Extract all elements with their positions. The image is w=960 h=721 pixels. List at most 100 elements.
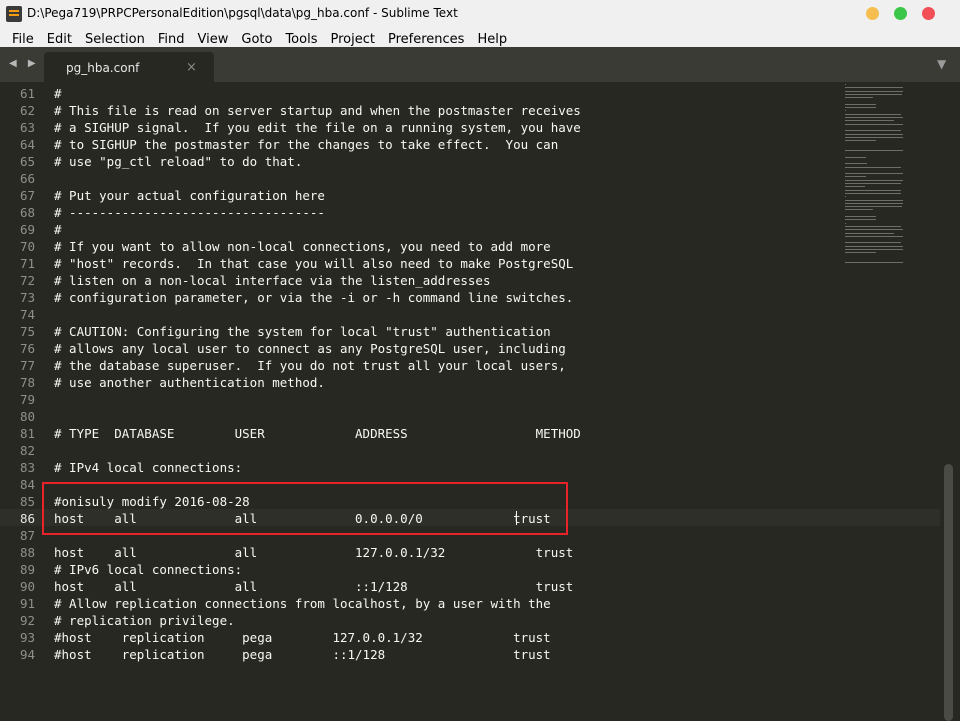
code-line[interactable]: 81 # TYPE DATABASE USER ADDRESS METHOD [0,425,840,442]
minimap-line [845,133,903,135]
menu-find[interactable]: Find [152,31,192,48]
code-line[interactable]: 66 [0,170,840,187]
menu-tools[interactable]: Tools [279,31,324,48]
code-editor[interactable]: 61 #62 # This file is read on server start… [0,82,940,721]
minimap-line [845,186,866,188]
line-number: 92 [19,613,35,628]
code-line[interactable]: 70 # If you want to allow non-local conne… [0,238,840,255]
code-line[interactable]: 83 # IPv4 local connections: [0,459,840,476]
tab-label: pg_hba.conf [66,61,140,75]
code-line[interactable]: 63 # a SIGHUP signal. If you edit the fil… [0,119,840,136]
code-line[interactable]: 62 # This file is read on server startup … [0,102,840,119]
tab-close-icon[interactable]: × [186,60,197,75]
line-number: 81 [19,426,35,441]
code-line[interactable]: 64 # to SIGHUP the postmaster for the cha… [0,136,840,153]
line-text: # allows any local user to connect as an… [54,341,566,356]
code-line[interactable]: 82 [0,442,840,459]
line-number: 65 [19,154,35,169]
minimap-line [845,232,895,234]
minimap-line [845,189,902,191]
minimize-button[interactable] [866,7,879,20]
line-number: 94 [19,647,35,662]
line-number: 71 [19,256,35,271]
menu-project[interactable]: Project [324,31,381,48]
code-line[interactable]: 93 #host replication pega 127.0.0.1/32 tr… [0,629,840,646]
minimap-line [845,84,846,85]
menu-file[interactable]: File [6,31,41,48]
line-text: # ---------------------------------- [54,205,325,220]
tab-nav-arrows-icon[interactable]: ◀ ▶ [9,58,40,69]
code-line[interactable]: 67 # Put your actual configuration here [0,187,840,204]
code-line[interactable]: 85 #onisuly modify 2016-08-28 [0,493,840,510]
code-line[interactable]: 76 # allows any local user to connect as … [0,340,840,357]
menu-preferences[interactable]: Preferences [382,31,471,48]
code-line[interactable]: 72 # listen on a non-local interface via … [0,272,840,289]
line-text: # CAUTION: Configuring the system for lo… [54,324,551,339]
tab-pg-hba-conf[interactable]: pg_hba.conf × [44,52,214,82]
minimap-line [845,113,902,115]
minimap-line [845,87,903,89]
code-line[interactable]: 88 host all all 127.0.0.1/32 trust [0,544,840,561]
line-number: 90 [19,579,35,594]
minimap-line [845,173,903,175]
line-number: 63 [19,120,35,135]
line-number: 68 [19,205,35,220]
code-line[interactable]: 86 host all all 0.0.0.0/0 trust [0,510,840,527]
code-line[interactable]: 78 # use another authentication method. [0,374,840,391]
code-line[interactable]: 79 [0,391,840,408]
minimap[interactable] [843,82,905,272]
minimap-line [845,130,902,132]
code-line[interactable]: 75 # CAUTION: Configuring the system for … [0,323,840,340]
code-line[interactable]: 84 [0,476,840,493]
code-line[interactable]: 92 # replication privilege. [0,612,840,629]
code-line[interactable]: 77 # the database superuser. If you do no… [0,357,840,374]
code-line[interactable]: 74 [0,306,840,323]
minimap-line [845,179,903,181]
line-number: 85 [19,494,35,509]
minimap-line [845,245,903,247]
minimap-line [845,209,874,211]
menu-view[interactable]: View [192,31,236,48]
code-line[interactable]: 73 # configuration parameter, or via the … [0,289,840,306]
code-line[interactable]: 87 [0,527,840,544]
line-number: 66 [19,171,35,186]
tab-dropdown-icon[interactable]: ▼ [937,57,946,71]
line-number: 74 [19,307,35,322]
minimap-line [845,107,876,109]
sublime-text-icon [6,6,22,22]
minimap-line [845,229,903,231]
line-number: 73 [19,290,35,305]
menu-edit[interactable]: Edit [41,31,79,48]
line-text: # This file is read on server startup an… [54,103,581,118]
menu-selection[interactable]: Selection [79,31,152,48]
minimap-line [845,136,903,138]
code-line[interactable]: 71 # "host" records. In that case you wil… [0,255,840,272]
code-line[interactable]: 68 # ---------------------------------- [0,204,840,221]
code-line[interactable]: 91 # Allow replication connections from l… [0,595,840,612]
menu-goto[interactable]: Goto [235,31,279,48]
line-text: host all all ::1/128 trust [54,579,574,594]
line-text: # replication privilege. [54,613,235,628]
minimap-line [845,206,902,208]
line-number: 86 [19,511,35,526]
code-line[interactable]: 80 [0,408,840,425]
code-line[interactable]: 69 # [0,221,840,238]
code-line[interactable]: 61 # [0,85,840,102]
menu-help[interactable]: Help [471,31,514,48]
code-line[interactable]: 89 # IPv6 local connections: [0,561,840,578]
close-window-button[interactable] [922,7,935,20]
code-line[interactable]: 65 # use "pg_ctl reload" to do that. [0,153,840,170]
line-number: 79 [19,392,35,407]
minimap-line [845,235,903,237]
minimap-line [845,183,902,184]
line-number: 72 [19,273,35,288]
maximize-button[interactable] [894,7,907,20]
minimap-line [845,222,846,224]
code-line[interactable]: 94 #host replication pega ::1/128 trust [0,646,840,663]
code-line[interactable]: 90 host all all ::1/128 trust [0,578,840,595]
scrollbar-thumb[interactable] [944,464,953,721]
line-number: 78 [19,375,35,390]
minimap-line [845,97,874,99]
line-number: 62 [19,103,35,118]
line-number: 69 [19,222,35,237]
